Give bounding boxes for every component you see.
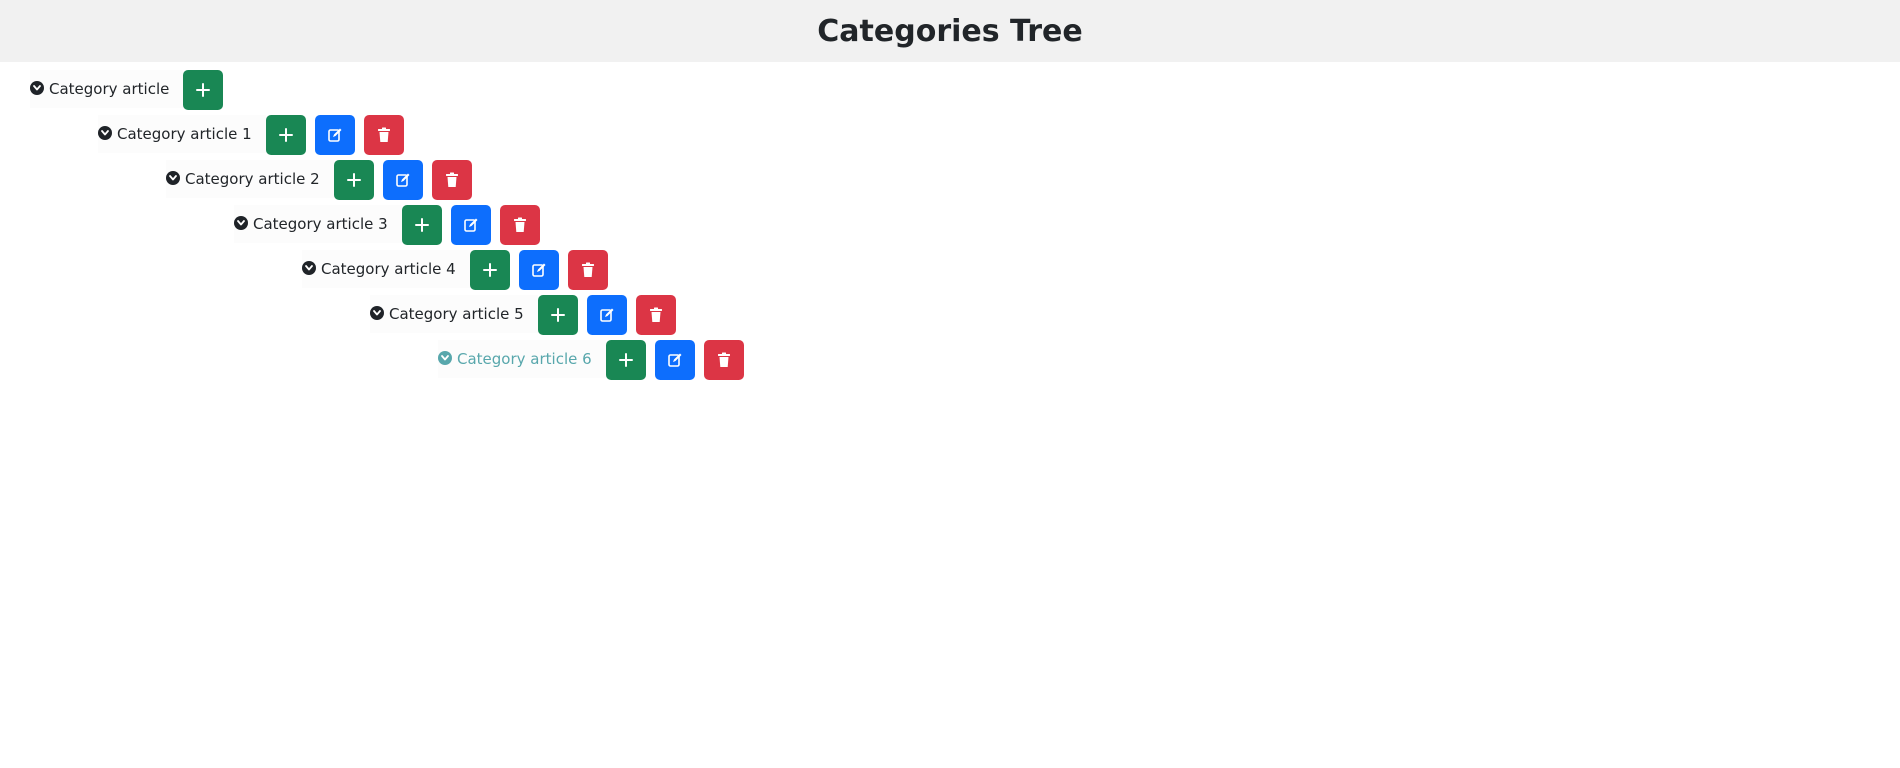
chevron-down-icon[interactable] — [98, 126, 112, 140]
tree-node-label: Category article 4 — [321, 260, 456, 278]
edit-icon — [667, 353, 682, 367]
tree-node-toggle[interactable]: Category article 1 — [98, 115, 266, 153]
chevron-down-icon[interactable] — [166, 171, 180, 185]
add-child-button[interactable] — [265, 115, 306, 155]
edit-icon — [531, 263, 546, 277]
trash-icon — [717, 352, 730, 367]
edit-button[interactable] — [518, 250, 559, 290]
edit-button[interactable] — [314, 115, 355, 155]
delete-button[interactable] — [703, 340, 744, 380]
add-child-button[interactable] — [333, 160, 374, 200]
edit-button[interactable] — [586, 295, 627, 335]
delete-button[interactable] — [363, 115, 404, 155]
tree-node-label: Category article — [49, 80, 170, 98]
tree-node-label: Category article 2 — [185, 170, 320, 188]
tree-node-label: Category article 1 — [117, 125, 252, 143]
chevron-down-icon[interactable] — [30, 81, 44, 95]
edit-button[interactable] — [450, 205, 491, 245]
trash-icon — [649, 307, 662, 322]
chevron-down-icon[interactable] — [234, 216, 248, 230]
tree-node-label: Category article 5 — [389, 305, 524, 323]
trash-icon — [377, 127, 390, 142]
plus-icon — [346, 173, 361, 187]
tree-row: Category article 5 — [370, 295, 685, 335]
tree-node-toggle[interactable]: Category article — [30, 70, 184, 108]
add-child-button[interactable] — [469, 250, 510, 290]
page-title: Categories Tree — [817, 13, 1083, 49]
chevron-down-icon[interactable] — [370, 306, 384, 320]
trash-icon — [513, 217, 526, 232]
edit-icon — [327, 128, 342, 142]
tree-row: Category article 4 — [302, 250, 617, 290]
edit-icon — [463, 218, 478, 232]
add-child-button[interactable] — [605, 340, 646, 380]
page-header: Categories Tree — [0, 0, 1900, 62]
delete-button[interactable] — [499, 205, 540, 245]
tree-node-toggle[interactable]: Category article 5 — [370, 295, 538, 333]
tree-node-label: Category article 3 — [253, 215, 388, 233]
plus-icon — [482, 263, 497, 277]
edit-button[interactable] — [654, 340, 695, 380]
tree-row: Category article 2 — [166, 160, 481, 200]
edit-button[interactable] — [382, 160, 423, 200]
tree-row: Category article — [30, 70, 232, 110]
add-child-button[interactable] — [183, 70, 224, 110]
tree-node-label: Category article 6 — [457, 350, 592, 368]
add-child-button[interactable] — [401, 205, 442, 245]
delete-button[interactable] — [567, 250, 608, 290]
plus-icon — [196, 83, 211, 97]
chevron-down-icon[interactable] — [302, 261, 316, 275]
delete-button[interactable] — [635, 295, 676, 335]
trash-icon — [581, 262, 594, 277]
tree-row: Category article 3 — [234, 205, 549, 245]
tree-node-toggle[interactable]: Category article 6 — [438, 340, 606, 378]
edit-icon — [599, 308, 614, 322]
trash-icon — [445, 172, 458, 187]
add-child-button[interactable] — [537, 295, 578, 335]
tree-node-toggle[interactable]: Category article 3 — [234, 205, 402, 243]
tree-node-toggle[interactable]: Category article 2 — [166, 160, 334, 198]
plus-icon — [618, 353, 633, 367]
plus-icon — [414, 218, 429, 232]
plus-icon — [550, 308, 565, 322]
tree-row: Category article 6 — [438, 340, 753, 380]
tree-node-toggle[interactable]: Category article 4 — [302, 250, 470, 288]
plus-icon — [278, 128, 293, 142]
chevron-down-icon[interactable] — [438, 351, 452, 365]
edit-icon — [395, 173, 410, 187]
tree-row: Category article 1 — [98, 115, 413, 155]
delete-button[interactable] — [431, 160, 472, 200]
